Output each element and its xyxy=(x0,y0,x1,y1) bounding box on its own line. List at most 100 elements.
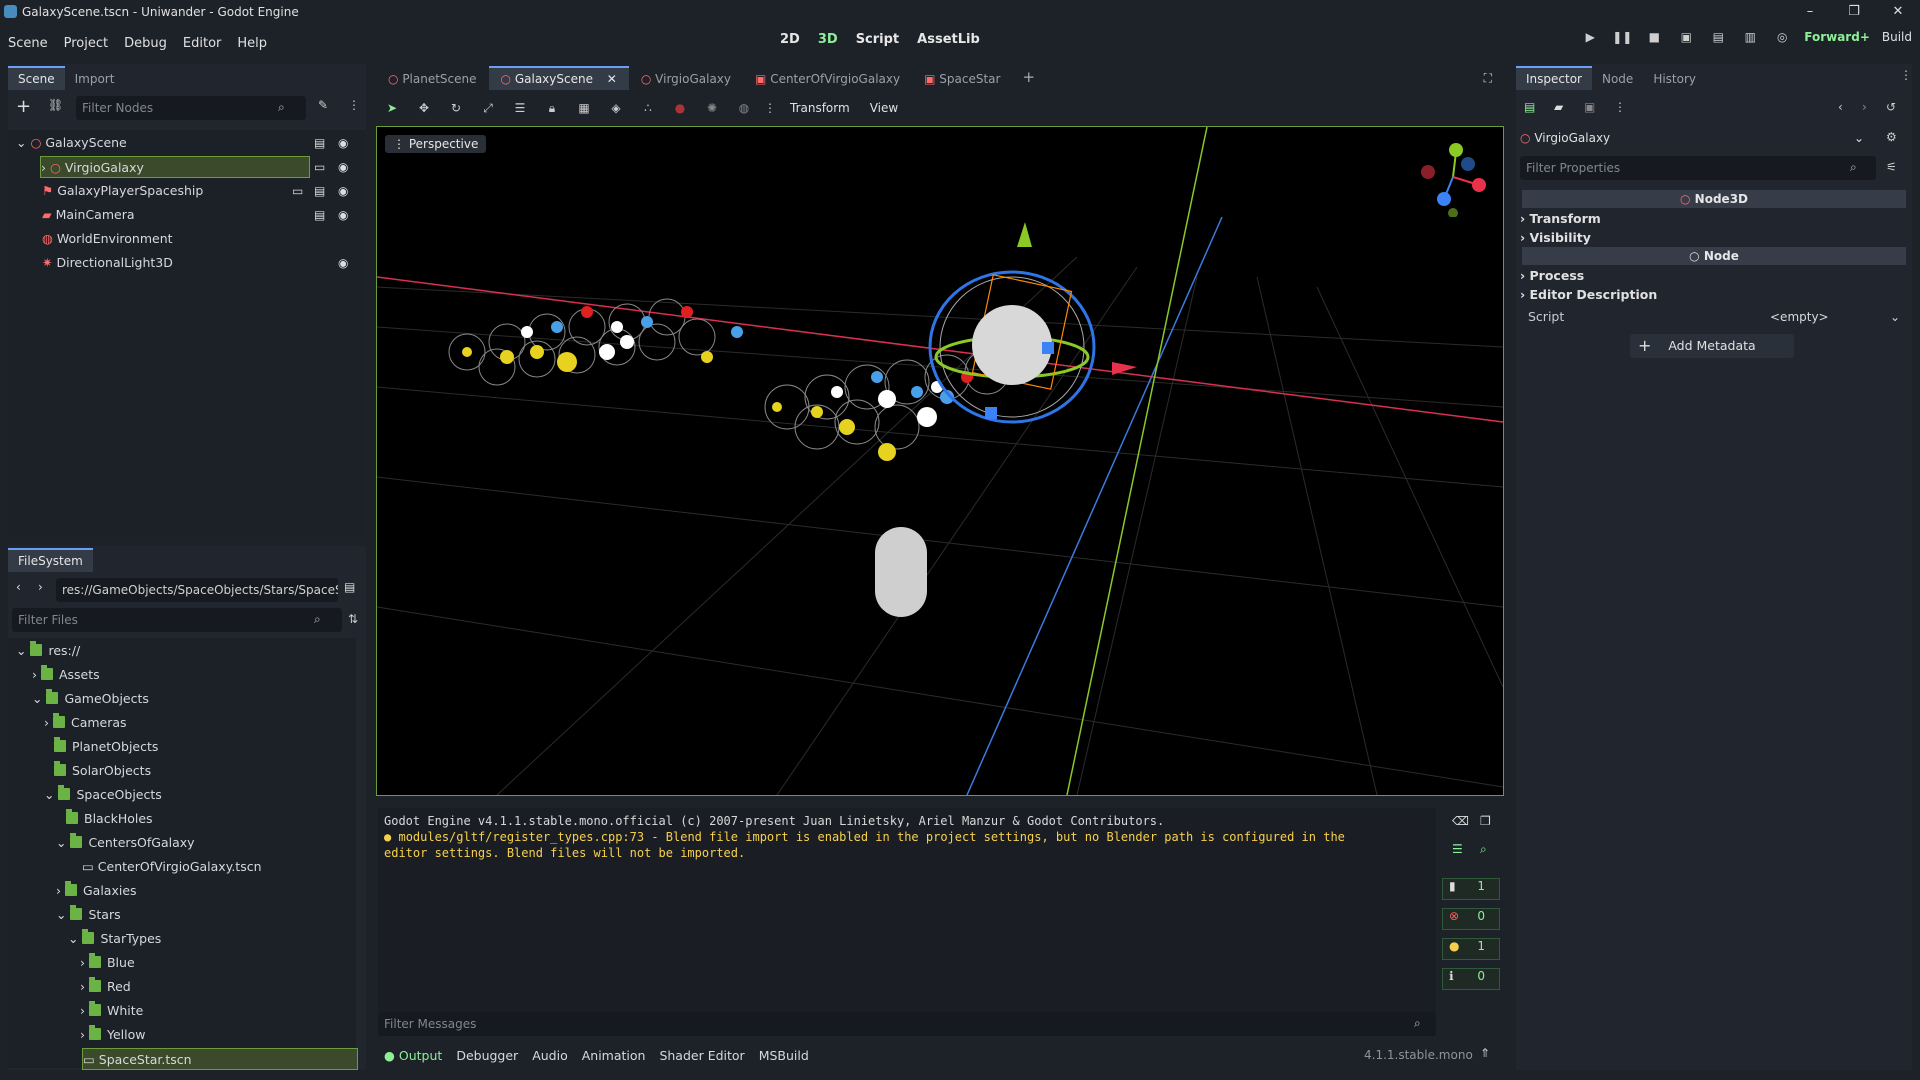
fs-folder-centersofgalaxy[interactable]: ⌄ CentersOfGalaxy xyxy=(56,832,195,854)
script-attached-icon[interactable]: ▤ xyxy=(314,184,325,198)
more-icon[interactable]: ⋮ xyxy=(1614,100,1626,114)
more-icon[interactable]: ⋮ xyxy=(1900,68,1912,82)
tab-node[interactable]: Node xyxy=(1592,68,1643,90)
workspace-assetlib-button[interactable]: AssetLib xyxy=(917,32,980,47)
add-metadata-button[interactable]: + Add Metadata xyxy=(1630,334,1794,358)
workspace-3d-button[interactable]: 3D xyxy=(818,32,838,47)
select-tool-icon[interactable]: ➤ xyxy=(376,101,408,115)
fs-folder-red[interactable]: › Red xyxy=(80,976,131,998)
collapse-icon[interactable]: ☰ xyxy=(1452,842,1463,856)
menu-project[interactable]: Project xyxy=(56,36,116,51)
tree-node-worldenvironment[interactable]: ◍ WorldEnvironment xyxy=(42,228,173,250)
script-attached-icon[interactable]: ▤ xyxy=(314,136,325,150)
menu-help[interactable]: Help xyxy=(229,36,275,51)
scene-instance-icon[interactable]: ▭ xyxy=(314,160,325,174)
split-view-icon[interactable]: ▤ xyxy=(344,580,355,594)
minimize-icon[interactable]: – xyxy=(1788,0,1832,24)
fs-folder-blue[interactable]: › Blue xyxy=(80,952,135,974)
fs-folder-startypes[interactable]: ⌄ StarTypes xyxy=(68,928,161,950)
close-icon[interactable]: ✕ xyxy=(1876,0,1920,24)
sun-preview-icon[interactable]: ✺ xyxy=(696,101,728,115)
environment-preview-icon[interactable]: ◍ xyxy=(728,101,760,115)
menu-editor[interactable]: Editor xyxy=(175,36,229,51)
snap-icon[interactable]: ∴ xyxy=(632,101,664,115)
tab-debugger[interactable]: Debugger xyxy=(456,1048,518,1063)
object-history-icon[interactable]: ↺ xyxy=(1886,100,1896,114)
play-custom-icon[interactable]: ▥ xyxy=(1734,30,1766,44)
tree-node-maincamera[interactable]: ▰ MainCamera xyxy=(42,204,135,226)
stop-icon[interactable]: ■ xyxy=(1638,30,1670,44)
scene-instance-icon[interactable]: ▭ xyxy=(292,184,303,198)
filter-messages-input[interactable]: Filter Messages xyxy=(378,1012,1436,1036)
fs-res-root[interactable]: ⌄ res:// xyxy=(16,640,80,662)
fs-folder-spaceobjects[interactable]: ⌄ SpaceObjects xyxy=(44,784,162,806)
back-icon[interactable]: ‹ xyxy=(16,580,21,594)
load-resource-icon[interactable]: ▰ xyxy=(1554,100,1563,114)
movie-maker-icon[interactable]: ◎ xyxy=(1766,30,1798,44)
history-back-icon[interactable]: ‹ xyxy=(1838,100,1843,114)
fs-folder-blackholes[interactable]: BlackHoles xyxy=(66,808,153,830)
search-icon[interactable]: ⌕ xyxy=(1480,842,1487,857)
object-tools-icon[interactable]: ⚙ xyxy=(1886,130,1897,144)
fs-folder-cameras[interactable]: › Cameras xyxy=(44,712,127,734)
fs-folder-assets[interactable]: › Assets xyxy=(32,664,100,686)
workspace-script-button[interactable]: Script xyxy=(856,32,899,47)
log-count-button[interactable]: ▮ 1 xyxy=(1442,878,1500,900)
tree-node-virgiogalaxy[interactable]: › ○ VirgioGalaxy xyxy=(40,156,310,178)
sort-icon[interactable]: ⇅ xyxy=(348,612,358,626)
visibility-icon[interactable]: ◉ xyxy=(338,160,348,174)
message-count-button[interactable]: ℹ0 xyxy=(1442,968,1500,990)
fs-folder-white[interactable]: › White xyxy=(80,1000,143,1022)
error-count-button[interactable]: ⊗ 0 xyxy=(1442,908,1500,930)
history-forward-icon[interactable]: › xyxy=(1862,100,1867,114)
visibility-icon[interactable]: ◉ xyxy=(338,136,348,150)
tab-output[interactable]: ● Output xyxy=(376,1048,442,1063)
fs-folder-planetobjects[interactable]: PlanetObjects xyxy=(54,736,158,758)
panel-expand-icon[interactable]: ⇑ xyxy=(1480,1046,1490,1060)
viewport-3d[interactable]: ⋮ Perspective xyxy=(376,126,1504,796)
scale-tool-icon[interactable]: ⤢ xyxy=(472,101,504,116)
more-icon[interactable]: ⋮ xyxy=(760,101,780,115)
script-property-value[interactable]: <empty> ⌄ xyxy=(1770,308,1900,326)
workspace-2d-button[interactable]: 2D xyxy=(780,32,800,47)
filter-properties-input[interactable]: Filter Properties xyxy=(1520,156,1876,180)
save-resource-icon[interactable]: ▣ xyxy=(1584,100,1595,114)
tab-shader-editor[interactable]: Shader Editor xyxy=(659,1048,744,1063)
copy-icon[interactable]: ❐ xyxy=(1480,814,1491,828)
tab-import[interactable]: Import xyxy=(65,68,125,90)
tab-spacestar[interactable]: ▣ SpaceStar xyxy=(912,68,1012,90)
rotate-tool-icon[interactable]: ↻ xyxy=(440,101,472,115)
filter-nodes-input[interactable]: Filter Nodes xyxy=(76,96,306,120)
tab-animation[interactable]: Animation xyxy=(582,1048,646,1063)
visibility-icon[interactable]: ◉ xyxy=(338,208,348,222)
tree-node-directionallight[interactable]: ✷ DirectionalLight3D xyxy=(42,252,173,274)
link-icon[interactable]: ⛓ xyxy=(48,98,63,112)
add-node-icon[interactable]: + xyxy=(16,96,31,117)
maximize-icon[interactable]: ❐ xyxy=(1832,0,1876,24)
object-selector[interactable]: ○ VirgioGalaxy ⌄ xyxy=(1520,126,1870,150)
tab-planetscene[interactable]: ○ PlanetScene xyxy=(376,68,489,90)
new-resource-icon[interactable]: ▤ xyxy=(1524,100,1535,114)
section-transform[interactable]: › Transform xyxy=(1520,210,1906,228)
visibility-icon[interactable]: ◉ xyxy=(338,184,348,198)
menu-scene[interactable]: Scene xyxy=(0,36,56,51)
property-options-icon[interactable]: ⚟ xyxy=(1886,160,1897,174)
local-space-icon[interactable]: ◈ xyxy=(600,101,632,115)
pause-icon[interactable]: ❚❚ xyxy=(1606,30,1638,44)
fs-folder-yellow[interactable]: › Yellow xyxy=(80,1024,145,1046)
forward-icon[interactable]: › xyxy=(38,580,43,594)
section-visibility[interactable]: › Visibility xyxy=(1520,229,1906,247)
fs-file-spacestar[interactable]: ▭ SpaceStar.tscn xyxy=(82,1048,358,1070)
tab-msbuild[interactable]: MSBuild xyxy=(759,1048,809,1063)
fs-folder-galaxies[interactable]: › Galaxies xyxy=(56,880,137,902)
perspective-menu[interactable]: ⋮ Perspective xyxy=(385,135,487,153)
tab-galaxyscene[interactable]: ○ GalaxyScene ✕ xyxy=(488,66,629,90)
script-attached-icon[interactable]: ▤ xyxy=(314,208,325,222)
move-tool-icon[interactable]: ✥ xyxy=(408,101,440,115)
tab-filesystem[interactable]: FileSystem xyxy=(8,548,93,572)
fs-file-centerofvirgiogalaxy[interactable]: ▭ CenterOfVirgioGalaxy.tscn xyxy=(82,856,262,878)
warning-count-button[interactable]: ● 1 xyxy=(1442,938,1500,960)
section-process[interactable]: › Process xyxy=(1520,267,1906,285)
distraction-free-icon[interactable]: ⛶ xyxy=(1472,67,1504,90)
tab-scene[interactable]: Scene xyxy=(8,66,65,90)
